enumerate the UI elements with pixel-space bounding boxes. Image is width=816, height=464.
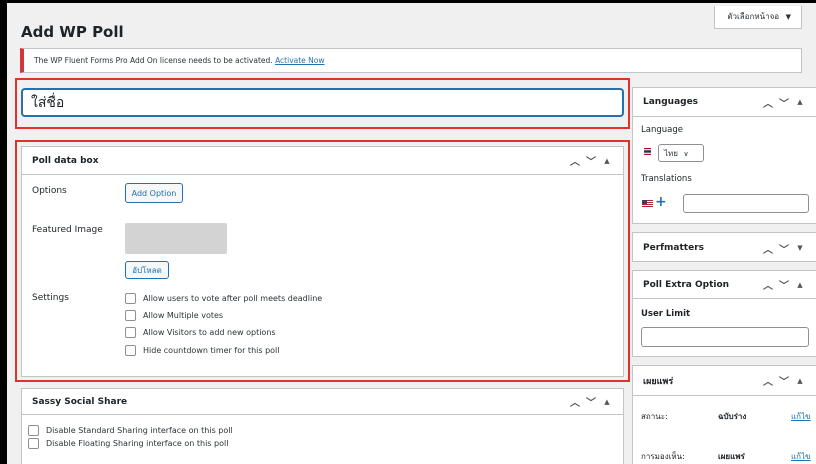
sassy-box-title: Sassy Social Share <box>32 396 128 407</box>
poll-data-box: Poll data box ︿ ﹀ ▲ Options Add Option F… <box>21 146 624 377</box>
setting-checkbox[interactable] <box>125 310 136 321</box>
chevron-up-icon[interactable]: ︿ <box>567 394 583 410</box>
status-value: ฉบับร่าง <box>718 412 747 421</box>
us-flag-icon <box>642 200 653 207</box>
page-title: Add WP Poll <box>21 23 124 41</box>
language-select-value: ไทย <box>664 149 678 158</box>
setting-checkbox[interactable] <box>125 345 136 356</box>
poll-extra-option-box: Poll Extra Option ︿ ﹀ ▲ User Limit <box>632 270 816 357</box>
triangle-toggle-icon[interactable]: ▲ <box>792 94 808 110</box>
sassy-checkbox[interactable] <box>28 425 39 436</box>
setting-checkbox[interactable] <box>125 293 136 304</box>
extra-box-title: Poll Extra Option <box>643 279 730 290</box>
setting-label: Hide countdown timer for this poll <box>143 346 280 355</box>
chevron-up-icon[interactable]: ︿ <box>760 240 776 256</box>
extra-box-header: Poll Extra Option ︿ ﹀ ▲ <box>633 271 816 299</box>
setting-label: Allow Multiple votes <box>143 311 224 320</box>
poll-data-box-title: Poll data box <box>32 155 99 166</box>
chevron-up-icon[interactable]: ︿ <box>760 94 776 110</box>
setting-row[interactable]: Allow Visitors to add new options <box>125 327 276 338</box>
chevron-down-icon[interactable]: ﹀ <box>583 394 599 410</box>
settings-label: Settings <box>32 293 69 303</box>
chevron-up-icon[interactable]: ︿ <box>760 373 776 389</box>
publish-box-header: เผยแพร่ ︿ ﹀ ▲ <box>633 366 816 396</box>
thai-flag-icon <box>644 148 651 155</box>
triangle-toggle-icon[interactable]: ▲ <box>792 277 808 293</box>
setting-row[interactable]: Allow users to vote after poll meets dea… <box>125 293 322 304</box>
add-option-button[interactable]: Add Option <box>125 183 183 203</box>
translation-input[interactable] <box>683 194 809 213</box>
sassy-social-share-box: Sassy Social Share ︿ ﹀ ▲ Disable Standar… <box>21 388 624 464</box>
languages-box-header: Languages ︿ ﹀ ▲ <box>633 88 816 117</box>
options-label: Options <box>32 186 67 196</box>
chevron-down-icon[interactable]: ﹀ <box>776 373 792 389</box>
sassy-option-label: Disable Floating Sharing interface on th… <box>46 439 229 448</box>
post-title-input[interactable] <box>22 89 623 116</box>
chevron-down-icon[interactable]: ﹀ <box>583 153 599 169</box>
triangle-toggle-icon[interactable]: ▲ <box>599 394 615 410</box>
languages-box-title: Languages <box>643 97 699 107</box>
admin-screen: ตัวเลือกหน้าจอ ▼ Add WP Poll The WP Flue… <box>7 3 816 464</box>
perfmatters-box-title: Perfmatters <box>643 243 705 253</box>
screen-options-label: ตัวเลือกหน้าจอ <box>727 12 780 21</box>
language-label: Language <box>641 125 683 135</box>
chevron-down-icon: ∨ <box>683 150 689 158</box>
user-limit-label: User Limit <box>641 309 691 319</box>
setting-label: Allow users to vote after poll meets dea… <box>143 294 323 303</box>
chevron-down-icon[interactable]: ﹀ <box>776 277 792 293</box>
languages-box: Languages ︿ ﹀ ▲ Language ไทย ∨ Translati… <box>632 87 816 224</box>
poll-data-box-header: Poll data box ︿ ﹀ ▲ <box>22 147 623 175</box>
notice-text: The WP Fluent Forms Pro Add On license n… <box>34 56 273 65</box>
sassy-checkbox[interactable] <box>28 438 39 449</box>
upload-button[interactable]: อัปโหลด <box>125 261 169 279</box>
perfmatters-box-header: Perfmatters ︿ ﹀ ▼ <box>633 233 816 263</box>
triangle-toggle-icon[interactable]: ▲ <box>792 373 808 389</box>
setting-row[interactable]: Hide countdown timer for this poll <box>125 345 280 356</box>
setting-label: Allow Visitors to add new options <box>143 328 276 337</box>
status-label: สถานะ: <box>641 412 668 421</box>
screen-options-button[interactable]: ตัวเลือกหน้าจอ ▼ <box>714 6 802 29</box>
publish-box-title: เผยแพร่ <box>643 376 674 387</box>
translations-label: Translations <box>641 174 692 184</box>
featured-image-label: Featured Image <box>32 225 103 235</box>
setting-checkbox[interactable] <box>125 327 136 338</box>
user-limit-input[interactable] <box>641 327 809 347</box>
chevron-down-icon[interactable]: ﹀ <box>776 240 792 256</box>
activate-now-link[interactable]: Activate Now <box>275 56 324 65</box>
chevron-down-icon[interactable]: ﹀ <box>776 94 792 110</box>
visibility-value: เผยแพร่ <box>718 452 745 461</box>
chevron-up-icon[interactable]: ︿ <box>760 277 776 293</box>
sassy-option-row[interactable]: Disable Floating Sharing interface on th… <box>28 438 228 449</box>
setting-row[interactable]: Allow Multiple votes <box>125 310 223 321</box>
chevron-down-icon: ▼ <box>785 13 791 21</box>
edit-status-link[interactable]: แก้ไข <box>791 410 811 423</box>
add-translation-icon[interactable]: + <box>655 194 667 210</box>
visibility-label: การมองเห็น: <box>641 452 685 461</box>
sassy-option-label: Disable Standard Sharing interface on th… <box>46 426 233 435</box>
chevron-up-icon[interactable]: ︿ <box>567 153 583 169</box>
perfmatters-box: Perfmatters ︿ ﹀ ▼ <box>632 232 816 262</box>
license-notice: The WP Fluent Forms Pro Add On license n… <box>20 48 802 73</box>
featured-image-preview <box>125 223 227 254</box>
publish-box: เผยแพร่ ︿ ﹀ ▲ สถานะ: ฉบับร่าง แก้ไข การม… <box>632 365 816 464</box>
triangle-toggle-icon[interactable]: ▲ <box>599 153 615 169</box>
edit-visibility-link[interactable]: แก้ไข <box>791 450 811 463</box>
language-select[interactable]: ไทย ∨ <box>658 144 704 162</box>
sassy-box-header: Sassy Social Share ︿ ﹀ ▲ <box>22 389 623 415</box>
triangle-toggle-icon[interactable]: ▼ <box>792 240 808 256</box>
sassy-option-row[interactable]: Disable Standard Sharing interface on th… <box>28 425 233 436</box>
